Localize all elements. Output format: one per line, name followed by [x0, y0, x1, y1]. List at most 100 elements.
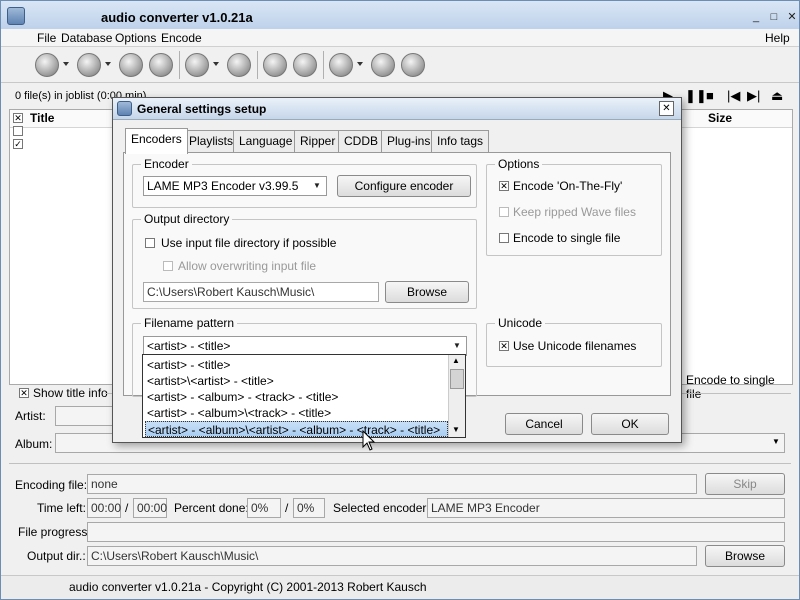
pattern-dropdown-list[interactable]: <artist> - <title> <artist>\<artist> - <…: [142, 354, 466, 438]
previous-icon[interactable]: |◀: [727, 88, 740, 104]
encode-on-the-fly-label: Encode 'On-The-Fly': [513, 179, 623, 193]
toolbar: [1, 47, 799, 83]
use-input-dir-label: Use input file directory if possible: [161, 236, 337, 250]
tab-info-tags[interactable]: Info tags: [431, 130, 490, 152]
menu-file[interactable]: File: [37, 31, 56, 45]
ok-button[interactable]: OK: [591, 413, 669, 435]
menu-encode[interactable]: Encode: [161, 31, 202, 45]
configure-encoder-button[interactable]: Configure encoder: [337, 175, 471, 197]
maximize-button[interactable]: □: [767, 11, 781, 23]
encoding-file-label: Encoding file:: [15, 478, 88, 492]
dropdown-scrollbar[interactable]: ▲ ▼: [448, 355, 465, 437]
tab-playlists[interactable]: Playlists: [183, 130, 240, 152]
pause-small-icon[interactable]: ❚❚: [685, 88, 707, 104]
menu-bar: File Database Options Encode Help: [1, 29, 799, 47]
time-separator: /: [125, 501, 129, 515]
percent-done-label: Percent done:: [174, 501, 249, 515]
artist-field[interactable]: [55, 406, 115, 426]
play-dropdown-icon[interactable]: [357, 62, 363, 66]
keep-wave-checkbox[interactable]: [499, 207, 509, 217]
tab-ripper[interactable]: Ripper: [294, 130, 342, 152]
status-bar: audio converter v1.0.21a - Copyright (C)…: [1, 575, 799, 599]
cancel-button[interactable]: Cancel: [505, 413, 583, 435]
options-group: Options ✕ Encode 'On-The-Fly' Keep rippe…: [486, 157, 662, 256]
next-icon[interactable]: ▶|: [747, 88, 760, 104]
pattern-select[interactable]: <artist> - <title> ▼: [143, 336, 467, 356]
encode-single-label: Encode to single file: [686, 373, 775, 401]
file-progress-bar: [87, 522, 785, 542]
pattern-option[interactable]: <artist> - <album>\<track> - <title>: [145, 405, 448, 421]
tab-language[interactable]: Language: [233, 130, 299, 152]
tab-encoders[interactable]: Encoders: [125, 128, 188, 154]
minimize-button[interactable]: _: [749, 11, 763, 23]
percent-separator: /: [285, 501, 289, 515]
encoding-file-field: none: [87, 474, 697, 494]
pattern-option[interactable]: <artist> - <album> - <track> - <title>: [145, 389, 448, 405]
dialog-app-icon: [117, 101, 132, 116]
output-path-input[interactable]: C:\Users\Robert Kausch\Music\: [143, 282, 379, 302]
stop-icon[interactable]: [401, 53, 425, 77]
title-bar: audio converter v1.0.21a _ □ ✕: [1, 1, 799, 31]
pattern-option[interactable]: <artist>\<artist> - <title>: [145, 373, 448, 389]
allow-overwrite-label: Allow overwriting input file: [178, 259, 317, 273]
menu-options[interactable]: Options: [115, 31, 156, 45]
encoder-select[interactable]: LAME MP3 Encoder v3.99.5 ▼: [143, 176, 327, 196]
search-dropdown-icon[interactable]: [213, 62, 219, 66]
use-input-dir-checkbox[interactable]: [145, 238, 155, 248]
joblist-check-toggle-icon[interactable]: ✓: [13, 139, 23, 149]
allow-overwrite-checkbox[interactable]: [163, 261, 173, 271]
percent-total-field: 0%: [293, 498, 325, 518]
output-dir-field: C:\Users\Robert Kausch\Music\: [87, 546, 697, 566]
remove-dropdown-icon[interactable]: [105, 62, 111, 66]
cd-music-icon[interactable]: [119, 53, 143, 77]
scroll-thumb[interactable]: [450, 369, 464, 389]
unicode-group: Unicode ✕ Use Unicode filenames: [486, 316, 662, 367]
column-size[interactable]: Size: [708, 111, 732, 125]
dialog-close-button[interactable]: ✕: [659, 101, 674, 116]
query-cddb-icon[interactable]: [227, 53, 251, 77]
joblist-check-all-icon[interactable]: ✕: [13, 113, 23, 123]
clear-list-icon[interactable]: [149, 53, 173, 77]
time-left-label: Time left:: [37, 501, 86, 515]
show-title-info-checkbox[interactable]: ✕: [19, 388, 29, 398]
filename-pattern-label: Filename pattern: [141, 316, 238, 330]
album-label: Album:: [15, 437, 53, 451]
eject-icon[interactable]: ⏏: [771, 88, 783, 104]
encoder-group: Encoder LAME MP3 Encoder v3.99.5 ▼ Confi…: [132, 157, 477, 208]
stop-small-icon[interactable]: ■: [706, 88, 714, 103]
search-icon[interactable]: [185, 53, 209, 77]
time-left-field: 00:00: [87, 498, 121, 518]
menu-help[interactable]: Help: [765, 31, 790, 45]
output-browse-button[interactable]: Browse: [705, 545, 785, 567]
close-button[interactable]: ✕: [785, 11, 799, 23]
mouse-cursor-icon: [362, 430, 376, 451]
pattern-option-highlighted[interactable]: <artist> - <album>\<artist> - <album> - …: [145, 421, 448, 437]
percent-field: 0%: [247, 498, 281, 518]
selected-encoder-label: Selected encoder:: [333, 501, 430, 515]
tab-cddb[interactable]: CDDB: [338, 130, 385, 152]
gear-icon[interactable]: [293, 53, 317, 77]
tab-plugins[interactable]: Plug-ins: [381, 130, 437, 152]
pattern-option[interactable]: <artist> - <title>: [145, 357, 448, 373]
encode-single-file-checkbox[interactable]: [499, 233, 509, 243]
skip-button[interactable]: Skip: [705, 473, 785, 495]
use-unicode-label: Use Unicode filenames: [513, 339, 637, 353]
pause-icon[interactable]: [371, 53, 395, 77]
remove-files-icon[interactable]: [77, 53, 101, 77]
unicode-group-label: Unicode: [495, 316, 546, 330]
dialog-browse-button[interactable]: Browse: [385, 281, 469, 303]
column-title[interactable]: Title: [30, 111, 54, 125]
scroll-down-icon[interactable]: ▼: [452, 425, 460, 434]
scroll-up-icon[interactable]: ▲: [452, 356, 460, 365]
dialog-title-bar: General settings setup ✕: [113, 98, 681, 120]
add-files-icon[interactable]: [35, 53, 59, 77]
joblist-check-none-icon[interactable]: [13, 126, 23, 136]
add-files-dropdown-icon[interactable]: [63, 62, 69, 66]
album-dropdown-icon[interactable]: ▼: [772, 437, 780, 446]
menu-database[interactable]: Database: [61, 31, 112, 45]
use-unicode-checkbox[interactable]: ✕: [499, 341, 509, 351]
encode-on-the-fly-checkbox[interactable]: ✕: [499, 181, 509, 191]
config-tools-icon[interactable]: [263, 53, 287, 77]
show-title-info-label: Show title info: [33, 386, 108, 400]
play-icon[interactable]: [329, 53, 353, 77]
